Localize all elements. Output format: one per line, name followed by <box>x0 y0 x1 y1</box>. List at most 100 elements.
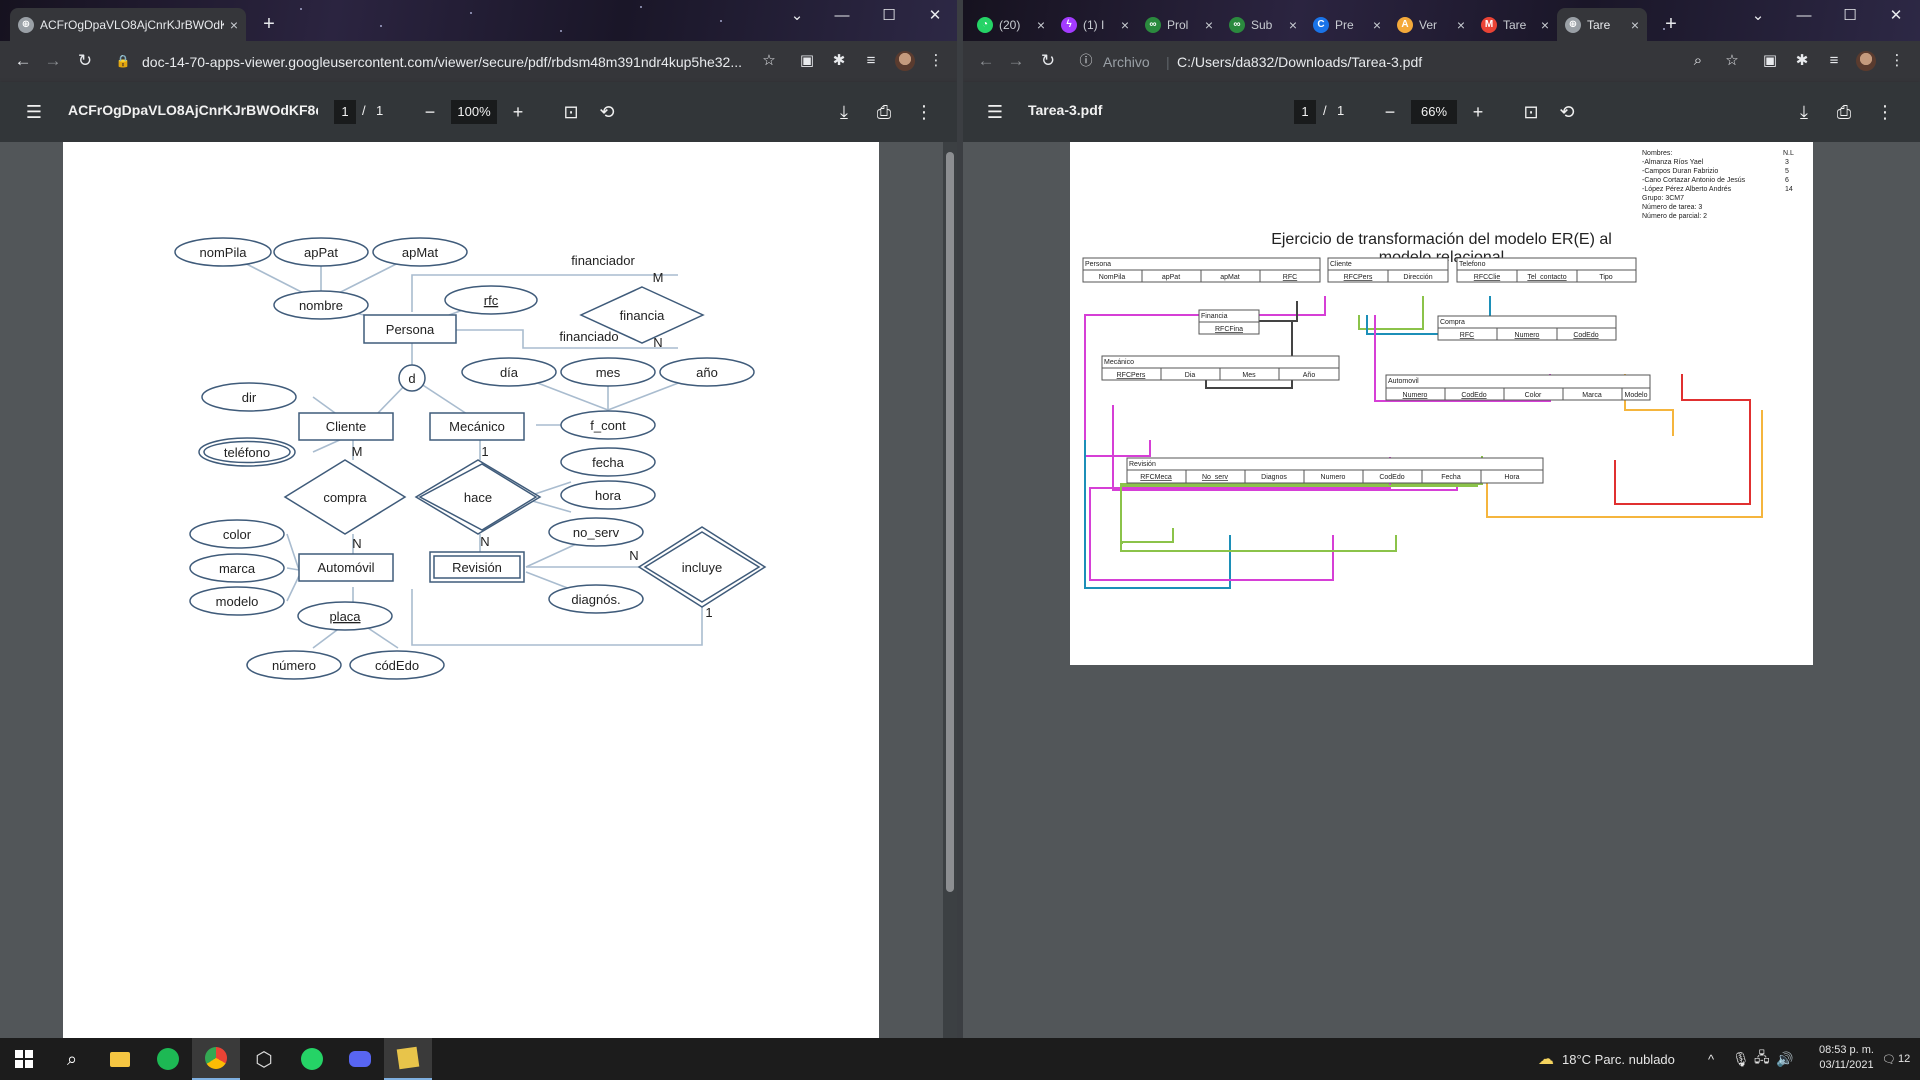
minimize-button[interactable]: — <box>823 4 861 28</box>
tab-pdf-viewer[interactable]: ⊕ ACFrOgDpaVLO8AjCnrKJrBWOdKF8q × <box>10 8 246 41</box>
info-icon[interactable]: ⓘ <box>1075 50 1097 72</box>
download-icon[interactable]: ⤓ <box>1792 100 1816 124</box>
tab-messenger[interactable]: ϟ (1) I × <box>1053 8 1137 41</box>
print-icon[interactable]: ⎙ <box>1832 100 1856 124</box>
tab-search-icon[interactable]: ⌄ <box>778 4 816 28</box>
reload-icon[interactable]: ↻ <box>74 50 96 72</box>
zoom-input[interactable]: 100% <box>451 100 497 124</box>
tab-gmail[interactable]: M Tare × <box>1473 8 1557 41</box>
tab-strip: ⊕ ACFrOgDpaVLO8AjCnrKJrBWOdKF8q × + ⌄ — … <box>0 0 957 41</box>
zoom-magnifier-icon[interactable]: ⌕ <box>1687 50 1709 72</box>
tab-pre[interactable]: C Pre × <box>1305 8 1389 41</box>
hamburger-menu-icon[interactable]: ☰ <box>22 100 46 124</box>
cast-icon[interactable]: ▣ <box>796 50 818 72</box>
network-icon[interactable]: 🖧 <box>1754 1038 1770 1080</box>
system-clock[interactable]: 08:53 p. m. 03/11/2021 <box>1819 1043 1874 1073</box>
weather-widget[interactable]: ☁ 18°C Parc. nublado <box>1538 1038 1675 1080</box>
tab-close-button[interactable]: × <box>1205 17 1213 33</box>
menu-kebab-icon[interactable]: ⋮ <box>1886 50 1908 72</box>
zoom-input[interactable]: 66% <box>1411 100 1457 124</box>
fit-page-icon[interactable]: ⊡ <box>1519 100 1543 124</box>
more-options-icon[interactable]: ⋮ <box>1873 100 1897 124</box>
reading-list-icon[interactable]: ≡ <box>1823 50 1845 72</box>
pdf-viewer-area[interactable]: nomPila apPat apMat nombre rfc día mes a… <box>0 142 957 1038</box>
tab-close-button[interactable]: × <box>230 17 238 33</box>
page-number-input[interactable]: 1 <box>334 100 356 124</box>
download-icon[interactable]: ⤓ <box>832 100 856 124</box>
menu-kebab-icon[interactable]: ⋮ <box>925 50 947 72</box>
microphone-icon[interactable]: 🎙 <box>1732 1038 1750 1080</box>
print-icon[interactable]: ⎙ <box>872 100 896 124</box>
close-window-button[interactable]: ✕ <box>1877 4 1915 28</box>
discord-icon[interactable] <box>336 1038 384 1080</box>
pdf-viewer-area[interactable]: Nombres: N.L -Almanza Ríos Yael 3 -Campo… <box>963 142 1920 1038</box>
search-icon[interactable]: ⌕ <box>48 1038 96 1080</box>
label-hace: hace <box>464 490 492 505</box>
unity-icon[interactable]: ⬡ <box>240 1038 288 1080</box>
cast-icon[interactable]: ▣ <box>1759 50 1781 72</box>
forward-icon[interactable]: → <box>42 50 64 72</box>
extensions-icon[interactable]: ✱ <box>1791 50 1813 72</box>
tray-overflow-chevron[interactable]: ^ <box>1708 1038 1714 1080</box>
zoom-out-icon[interactable]: − <box>1378 100 1402 124</box>
zoom-out-icon[interactable]: − <box>418 100 442 124</box>
tab-close-button[interactable]: × <box>1037 17 1045 33</box>
maximize-button[interactable]: ☐ <box>870 4 908 28</box>
tab-sub[interactable]: ∞ Sub × <box>1221 8 1305 41</box>
forward-icon[interactable]: → <box>1005 50 1027 72</box>
volume-icon[interactable]: 🔊 <box>1776 1038 1793 1080</box>
zoom-in-icon[interactable]: + <box>506 100 530 124</box>
new-tab-button[interactable]: + <box>1660 14 1682 36</box>
profile-avatar[interactable] <box>1856 51 1876 71</box>
extensions-icon[interactable]: ✱ <box>828 50 850 72</box>
spotify-icon[interactable] <box>144 1038 192 1080</box>
tab-tarea-pdf[interactable]: ⊕ Tare × <box>1557 8 1647 41</box>
notifications-button[interactable]: 🗨 12 <box>1882 1038 1910 1080</box>
tab-search-icon[interactable]: ⌄ <box>1739 4 1777 28</box>
tab-close-button[interactable]: × <box>1631 17 1639 33</box>
bookmark-star-icon[interactable]: ☆ <box>758 50 780 72</box>
back-icon[interactable]: ← <box>975 50 997 72</box>
bookmark-star-icon[interactable]: ☆ <box>1721 50 1743 72</box>
page-number-input[interactable]: 1 <box>1294 100 1316 124</box>
file-explorer-icon[interactable] <box>96 1038 144 1080</box>
pdf-scrollbar[interactable] <box>943 142 957 1038</box>
fit-page-icon[interactable]: ⊡ <box>559 100 583 124</box>
column-cell: RFCPers <box>1117 372 1146 379</box>
whatsapp-taskbar-icon[interactable] <box>288 1038 336 1080</box>
scrollbar-thumb[interactable] <box>946 152 954 892</box>
tab-ver[interactable]: A Ver × <box>1389 8 1473 41</box>
tab-close-button[interactable]: × <box>1457 17 1465 33</box>
label-dir: dir <box>242 390 257 405</box>
tab-close-button[interactable]: × <box>1541 17 1549 33</box>
rotate-icon[interactable]: ⟲ <box>595 100 619 124</box>
reload-icon[interactable]: ↻ <box>1037 50 1059 72</box>
reading-list-icon[interactable]: ≡ <box>860 50 882 72</box>
url-text[interactable]: doc-14-70-apps-viewer.googleusercontent.… <box>142 54 752 70</box>
sticky-app-icon[interactable] <box>384 1038 432 1080</box>
tab-whatsapp[interactable]: ◔ (20) × <box>969 8 1053 41</box>
back-icon[interactable]: ← <box>12 50 34 72</box>
url-text[interactable]: C:/Users/da832/Downloads/Tarea-3.pdf <box>1177 54 1537 70</box>
maximize-button[interactable]: ☐ <box>1831 4 1869 28</box>
label-nombre: nombre <box>299 298 343 313</box>
hamburger-menu-icon[interactable]: ☰ <box>983 100 1007 124</box>
tab-prol[interactable]: ∞ Prol × <box>1137 8 1221 41</box>
label-disjoint: d <box>408 371 415 386</box>
minimize-button[interactable]: — <box>1785 4 1823 28</box>
new-tab-button[interactable]: + <box>258 14 280 36</box>
rotate-icon[interactable]: ⟲ <box>1555 100 1579 124</box>
zoom-in-icon[interactable]: + <box>1466 100 1490 124</box>
label-financiado: financiado <box>559 329 618 344</box>
lock-icon[interactable]: 🔒 <box>112 50 134 72</box>
tab-close-button[interactable]: × <box>1373 17 1381 33</box>
tab-close-button[interactable]: × <box>1121 17 1129 33</box>
label-noserv: no_serv <box>573 525 620 540</box>
label-mes: mes <box>596 365 621 380</box>
tab-close-button[interactable]: × <box>1289 17 1297 33</box>
chrome-taskbar-icon[interactable] <box>192 1038 240 1080</box>
close-window-button[interactable]: ✕ <box>916 4 954 28</box>
start-button[interactable] <box>0 1038 48 1080</box>
more-options-icon[interactable]: ⋮ <box>912 100 936 124</box>
profile-avatar[interactable] <box>895 51 915 71</box>
